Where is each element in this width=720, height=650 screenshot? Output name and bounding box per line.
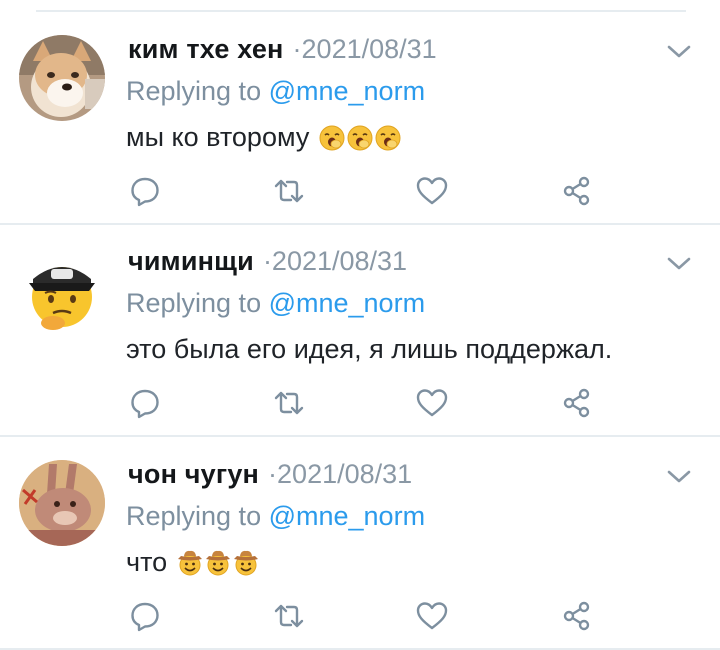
share-icon[interactable] [560,599,594,633]
yawning-face-icon [347,125,373,150]
tweet-item[interactable]: ким тхе хен ·2021/08/31 Replying to @mne… [0,12,720,225]
avatar[interactable] [19,247,105,333]
avatar[interactable] [19,35,105,121]
cowboy-face-icon [234,550,259,575]
tweet-header: ким тхе хен ·2021/08/31 [128,34,437,70]
reply-icon[interactable] [128,174,162,208]
chevron-down-icon[interactable] [664,42,694,62]
reply-handle-link[interactable]: @mne_norm [269,76,425,106]
tweet-actions [0,386,720,420]
tweet-text-content: это была его идея, я лишь поддержал. [126,334,613,364]
chevron-down-icon[interactable] [664,467,694,487]
like-icon[interactable] [415,599,449,633]
reply-icon[interactable] [128,386,162,420]
share-icon[interactable] [560,386,594,420]
tweet-date[interactable]: ·2021/08/31 [268,459,412,490]
like-icon[interactable] [415,386,449,420]
retweet-icon[interactable] [272,599,306,633]
author-name[interactable]: чиминщи [128,246,254,277]
tweet-item[interactable]: чиминщи ·2021/08/31 Replying to @mne_nor… [0,224,720,437]
replying-to-label: Replying to [126,288,269,318]
replying-to-label: Replying to [126,501,269,531]
reply-handle-link[interactable]: @mne_norm [269,501,425,531]
tweet-date[interactable]: ·2021/08/31 [293,34,437,65]
replying-to: Replying to @mne_norm [126,288,425,319]
reply-icon[interactable] [128,599,162,633]
like-icon[interactable] [415,174,449,208]
replying-to: Replying to @mne_norm [126,501,425,532]
tweet-header: чон чугун ·2021/08/31 [128,459,412,495]
author-name[interactable]: чон чугун [128,459,259,490]
tweet-text: это была его идея, я лишь поддержал. [126,334,612,365]
retweet-icon[interactable] [272,174,306,208]
reply-handle-link[interactable]: @mne_norm [269,288,425,318]
cowboy-face-icon [178,550,203,575]
tweet-actions [0,599,720,633]
avatar[interactable] [19,460,105,546]
replying-to-label: Replying to [126,76,269,106]
retweet-icon[interactable] [272,386,306,420]
tweet-item[interactable]: чон чугун ·2021/08/31 Replying to @mne_n… [0,437,720,650]
emoji-group [319,125,401,151]
tweet-header: чиминщи ·2021/08/31 [128,246,407,282]
yawning-face-icon [319,125,345,150]
tweet-text-content: мы ко второму [126,122,310,152]
emoji-group [177,550,259,576]
yawning-face-icon [375,125,401,150]
chevron-down-icon[interactable] [664,254,694,274]
tweet-actions [0,174,720,208]
replying-to: Replying to @mne_norm [126,76,425,107]
author-name[interactable]: ким тхе хен [128,34,284,65]
tweet-text: мы ко второму [126,122,401,153]
tweet-text: что [126,547,259,578]
tweet-text-content: что [126,547,168,577]
cowboy-face-icon [206,550,231,575]
share-icon[interactable] [560,174,594,208]
tweet-date[interactable]: ·2021/08/31 [263,246,407,277]
